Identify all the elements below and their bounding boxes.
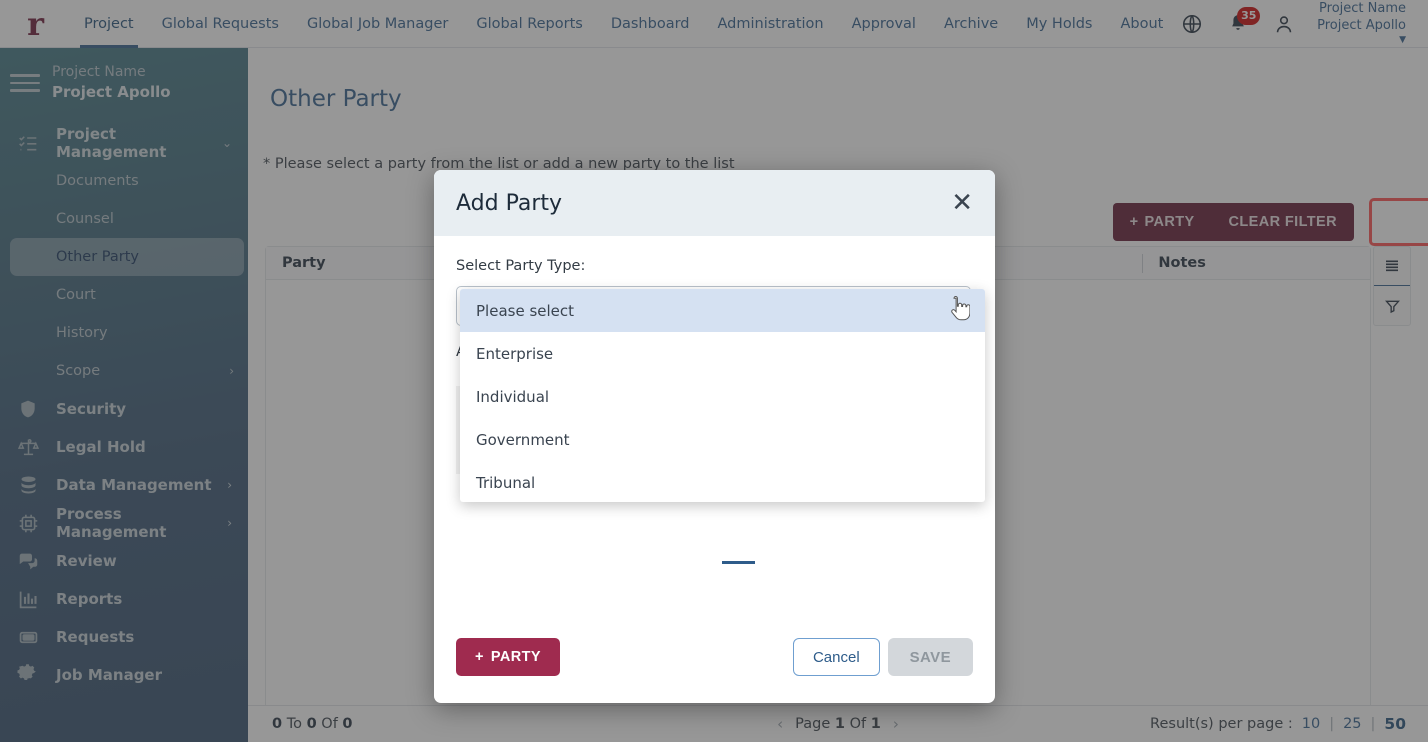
- close-icon[interactable]: ✕: [951, 190, 973, 216]
- dropdown-option-government[interactable]: Government: [460, 418, 985, 461]
- panel-divider-tick: [722, 561, 755, 564]
- modal-add-party-button[interactable]: + PARTY: [456, 638, 560, 676]
- cancel-button[interactable]: Cancel: [792, 638, 880, 676]
- dropdown-option-enterprise[interactable]: Enterprise: [460, 332, 985, 375]
- modal-footer: + PARTY Cancel SAVE: [434, 611, 995, 703]
- dropdown-option-individual[interactable]: Individual: [460, 375, 985, 418]
- modal-actions: Cancel SAVE: [792, 638, 973, 676]
- plus-icon: +: [475, 649, 484, 665]
- select-party-type-label: Select Party Type:: [456, 258, 586, 274]
- dropdown-option-tribunal[interactable]: Tribunal: [460, 461, 985, 502]
- app-root: r Project Global Requests Global Job Man…: [0, 0, 1428, 742]
- modal-add-party-label: PARTY: [490, 649, 541, 665]
- save-button: SAVE: [887, 638, 973, 676]
- modal-title: Add Party: [456, 190, 563, 216]
- dropdown-option-please-select[interactable]: Please select: [460, 289, 985, 332]
- modal-header: Add Party ✕: [434, 170, 995, 236]
- party-type-dropdown: Please select Enterprise Individual Gove…: [460, 289, 985, 502]
